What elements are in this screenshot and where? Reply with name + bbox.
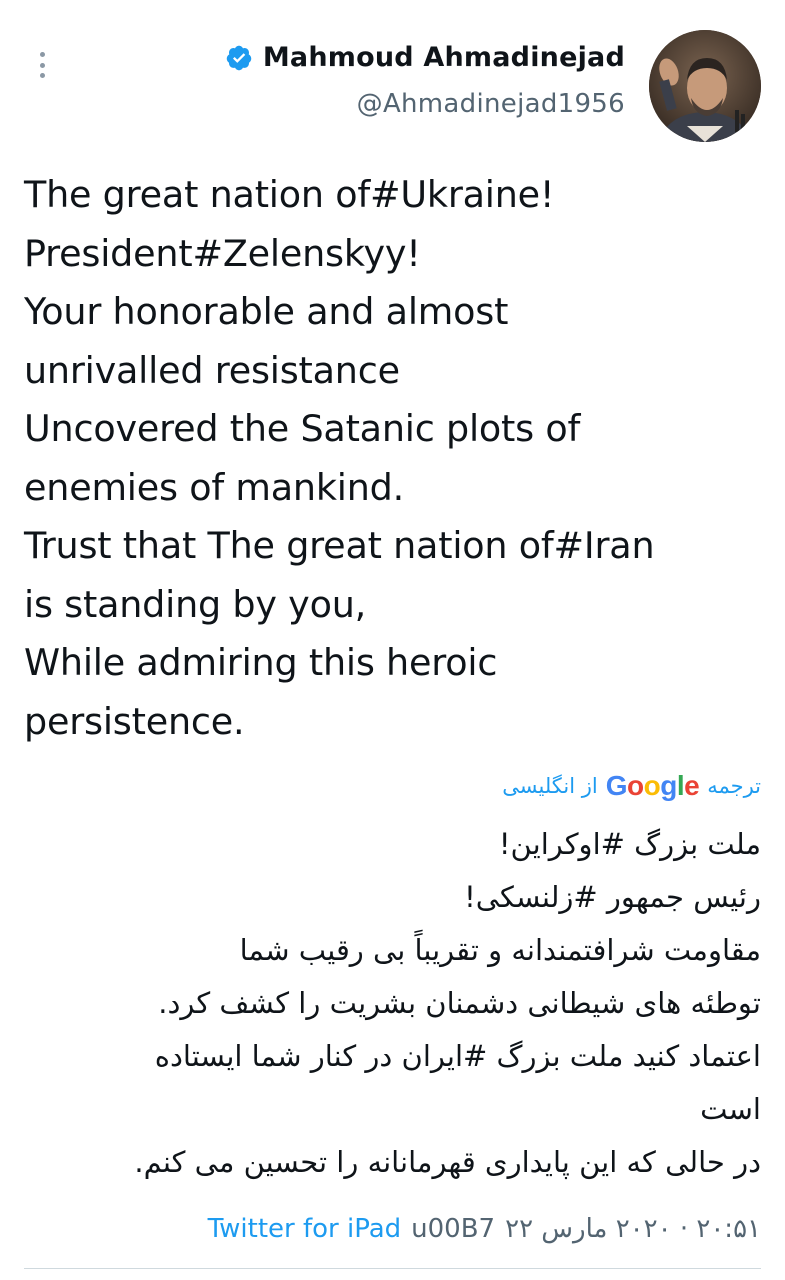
user-handle[interactable]: @Ahmadinejad1956 <box>225 89 625 119</box>
tweet-line: The great nation of#Ukraine! <box>24 173 555 216</box>
tweet-line: enemies of mankind. <box>24 465 405 509</box>
avatar-photo-icon <box>649 30 761 142</box>
avatar[interactable] <box>649 30 761 142</box>
author-block[interactable]: Mahmoud Ahmadinejad @Ahmadinejad1956 <box>225 42 625 119</box>
translate-suffix: از انگلیسی <box>502 774 598 798</box>
more-dot <box>39 52 45 57</box>
more-dot <box>39 73 45 78</box>
tweet-text: The great nation of#Ukraine! President#Z… <box>24 166 764 751</box>
translated-line: ملت بزرگ #اوکراین! <box>498 827 761 861</box>
google-logo: Google <box>605 770 700 802</box>
more-dot <box>39 62 45 68</box>
google-letter: o <box>627 770 644 801</box>
tweet-line: Your honorable and almost <box>24 290 509 333</box>
tweet-line: is standing by you, <box>24 582 367 626</box>
tweet-line: While admiring this heroic <box>24 641 498 684</box>
more-options-icon[interactable] <box>28 46 56 84</box>
translated-by-google[interactable]: از انگلیسی Google ترجمه <box>502 770 761 802</box>
tweet-meta: Twitter for iPad u00B7 ۲۰:۵۱ · ۲۰۲۰ مارس… <box>208 1214 761 1244</box>
google-letter: e <box>684 770 700 801</box>
tweet-line: Trust that The great nation of#Iran <box>24 524 655 567</box>
translated-line: مقاومت شرافتمندانه و تقریباً بی رقیب شما <box>239 933 761 967</box>
verified-badge-icon <box>225 44 253 72</box>
tweet-detail: Mahmoud Ahmadinejad @Ahmadinejad1956 The… <box>0 0 785 1280</box>
tweet-line: Uncovered the Satanic plots of <box>24 407 581 450</box>
google-letter: o <box>643 770 661 801</box>
translated-line: است <box>700 1092 761 1126</box>
name-row: Mahmoud Ahmadinejad <box>225 42 625 73</box>
translate-prefix: ترجمه <box>707 774 761 798</box>
tweet-line: unrivalled resistance <box>24 348 400 392</box>
google-letter: G <box>605 770 628 801</box>
translated-line: توطئه های شیطانی دشمنان بشریت را کشف کرد… <box>158 986 761 1020</box>
google-letter: g <box>660 770 677 801</box>
translated-line: رئیس جمهور #زلنسکی! <box>464 880 761 914</box>
translated-text: ملت بزرگ #اوکراین! رئیس جمهور #زلنسکی! م… <box>21 818 761 1189</box>
translated-line: اعتماد کنید ملت بزرگ #ایران در کنار شما … <box>154 1039 761 1073</box>
tweet-line: persistence. <box>24 699 245 743</box>
tweet-line: President#Zelenskyy! <box>24 231 421 275</box>
translated-line: در حالی که این پایداری قهرمانانه را تحسی… <box>134 1145 761 1179</box>
display-name[interactable]: Mahmoud Ahmadinejad <box>263 42 625 73</box>
divider <box>24 1268 761 1269</box>
tweet-timestamp[interactable]: ۲۰:۵۱ · ۲۰۲۰ مارس ۲۲ <box>505 1214 761 1244</box>
source-link[interactable]: Twitter for iPad <box>208 1214 402 1244</box>
meta-separator: u00B7 <box>411 1214 496 1244</box>
